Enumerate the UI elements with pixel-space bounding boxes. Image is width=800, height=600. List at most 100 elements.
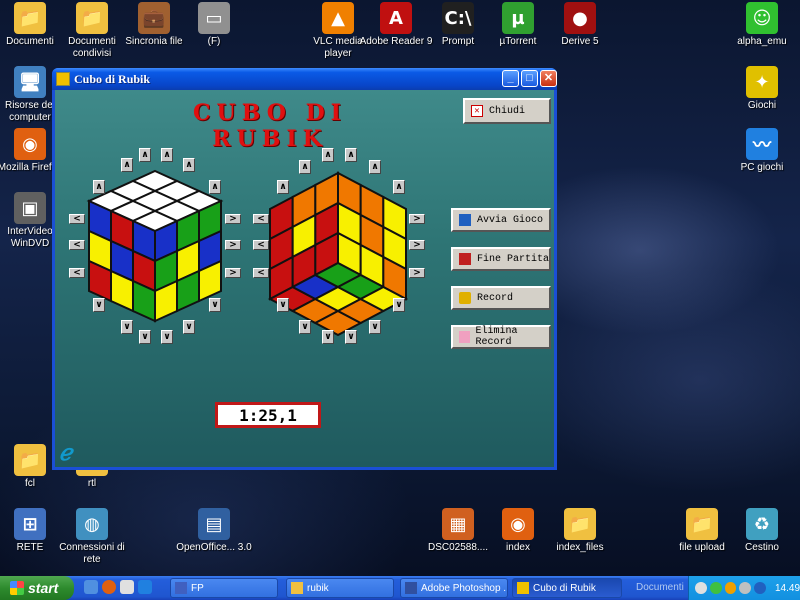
rotate-up-button[interactable]: ∧ [139,148,151,162]
desktop-icon-label: PC giochi [740,162,784,173]
rotate-right-button[interactable]: > [409,214,425,224]
desktop-icon-glyph-icon: ☺ [746,2,778,34]
desktop-icon-label: Derive 5 [561,36,599,47]
chiudi-button[interactable]: ✕ Chiudi [463,98,551,124]
rotate-down-button[interactable]: ∨ [299,320,311,334]
tray-icon-2[interactable] [709,582,722,594]
rotate-up-button[interactable]: ∧ [322,148,334,162]
rotate-down-button[interactable]: ∨ [393,298,405,312]
rotate-up-button[interactable]: ∧ [277,180,289,194]
rotate-up-button[interactable]: ∧ [121,158,133,172]
task-label: Adobe Photoshop ... [421,582,508,594]
desktop-icon-glyph-icon: ▦ [442,508,474,540]
desktop-icon[interactable]: ▭ (F) [176,2,252,48]
network-icon[interactable] [754,582,766,594]
rotate-down-button[interactable]: ∨ [183,320,195,334]
minimize-button[interactable]: _ [502,70,519,87]
rubik-window: Cubo di Rubik _ □ ✕ CUBO DI RUBIK ✕ Chiu… [52,68,557,470]
close-button[interactable]: ✕ [540,70,557,87]
maximize-button[interactable]: □ [521,70,538,87]
tray-icon-1[interactable] [695,582,707,594]
desktop-icon-label: Connessioni di rete [59,542,125,565]
documenti-toolbar-label[interactable]: Documenti [636,582,684,593]
desktop-icon-label: OpenOffice... 3.0 [176,542,252,553]
start-button[interactable]: start [0,576,74,600]
rotate-left-button[interactable]: < [253,214,269,224]
rotate-down-button[interactable]: ∨ [369,320,381,334]
desktop-icon-glyph-icon: 📁 [76,2,108,34]
record-button[interactable]: Record [451,286,551,310]
task-app-icon [405,582,417,594]
rotate-down-button[interactable]: ∨ [322,330,334,344]
rotate-up-button[interactable]: ∧ [209,180,221,194]
volume-icon[interactable] [739,582,752,594]
window-titlebar[interactable]: Cubo di Rubik _ □ ✕ [52,68,557,90]
rotate-left-button[interactable]: < [69,268,85,278]
desktop-icon-glyph-icon: µ [502,2,534,34]
clock[interactable]: 14.49 [775,583,800,594]
desktop-icon-label: alpha_emu [737,36,787,47]
rotate-left-button[interactable]: < [69,214,85,224]
rotate-right-button[interactable]: > [225,214,241,224]
taskbar-task[interactable]: Adobe Photoshop ... [400,578,508,598]
rotate-up-button[interactable]: ∧ [183,158,195,172]
desktop-icon[interactable]: ✦ Giochi [724,66,800,112]
rotate-up-button[interactable]: ∧ [161,148,173,162]
fine-label: Fine Partita [477,253,550,265]
rotate-up-button[interactable]: ∧ [345,148,357,162]
rotate-down-button[interactable]: ∨ [139,330,151,344]
desktop-icon-glyph-icon: ✦ [746,66,778,98]
avvia-gioco-button[interactable]: Avvia Gioco [451,208,551,232]
window-title: Cubo di Rubik [74,71,151,86]
desktop-icon[interactable]: ♻ Cestino [724,508,800,554]
desktop-icon[interactable]: ☺ alpha_emu [724,2,800,48]
rotate-down-button[interactable]: ∨ [121,320,133,334]
task-label: rubik [307,582,329,594]
rotate-down-button[interactable]: ∨ [161,330,173,344]
rotate-left-button[interactable]: < [253,240,269,250]
show-desktop-icon[interactable] [84,580,98,594]
task-app-icon [175,582,187,594]
taskbar: start FP rubik Adobe Photoshop ... Cubo di … [0,576,800,600]
rotate-down-button[interactable]: ∨ [277,298,289,312]
taskbar-task[interactable]: FP [170,578,278,598]
tray-icon-3[interactable] [724,582,737,594]
rotate-right-button[interactable]: > [225,240,241,250]
desktop-icon-glyph-icon: 📁 [14,2,46,34]
taskbar-task[interactable]: Cubo di Rubik [512,578,622,598]
desktop-icon[interactable]: 〰 PC giochi [724,128,800,174]
rotate-up-button[interactable]: ∧ [369,160,381,174]
elimina-label: Elimina Record [475,326,518,348]
task-app-icon [291,582,303,594]
explorer-quicklaunch-icon[interactable] [120,580,134,594]
rotate-down-button[interactable]: ∨ [345,330,357,344]
rotate-right-button[interactable]: > [409,240,425,250]
rotate-up-button[interactable]: ∧ [299,160,311,174]
desktop-icon-glyph-icon: 💼 [138,2,170,34]
elimina-record-button[interactable]: Elimina Record [451,325,551,349]
desktop-icon-glyph-icon: 📁 [564,508,596,540]
task-label: FP [191,582,204,594]
record-label: Record [477,292,514,304]
rotate-left-button[interactable]: < [69,240,85,250]
rotate-down-button[interactable]: ∨ [209,298,221,312]
timer-display: 1:25,1 [215,402,321,428]
stop-icon [459,253,471,265]
play-arrow-icon [459,214,471,226]
fine-partita-button[interactable]: Fine Partita [451,247,551,271]
desktop-icon[interactable]: ● Derive 5 [542,2,618,48]
messenger-quicklaunch-icon[interactable] [138,580,152,594]
rotate-down-button[interactable]: ∨ [93,298,105,312]
avvia-label: Avvia Gioco [477,214,544,226]
desktop-icon[interactable]: ▤ OpenOffice... 3.0 [176,508,252,554]
rotate-right-button[interactable]: > [225,268,241,278]
task-app-icon [517,582,529,594]
rotate-right-button[interactable]: > [409,268,425,278]
rotate-up-button[interactable]: ∧ [93,180,105,194]
firefox-quicklaunch-icon[interactable] [102,580,116,594]
desktop-icon[interactable]: ◍ Connessioni di rete [54,508,130,566]
taskbar-task[interactable]: rubik [286,578,394,598]
rotate-left-button[interactable]: < [253,268,269,278]
rotate-up-button[interactable]: ∧ [393,180,405,194]
desktop-icon[interactable]: 📁 index_files [542,508,618,554]
